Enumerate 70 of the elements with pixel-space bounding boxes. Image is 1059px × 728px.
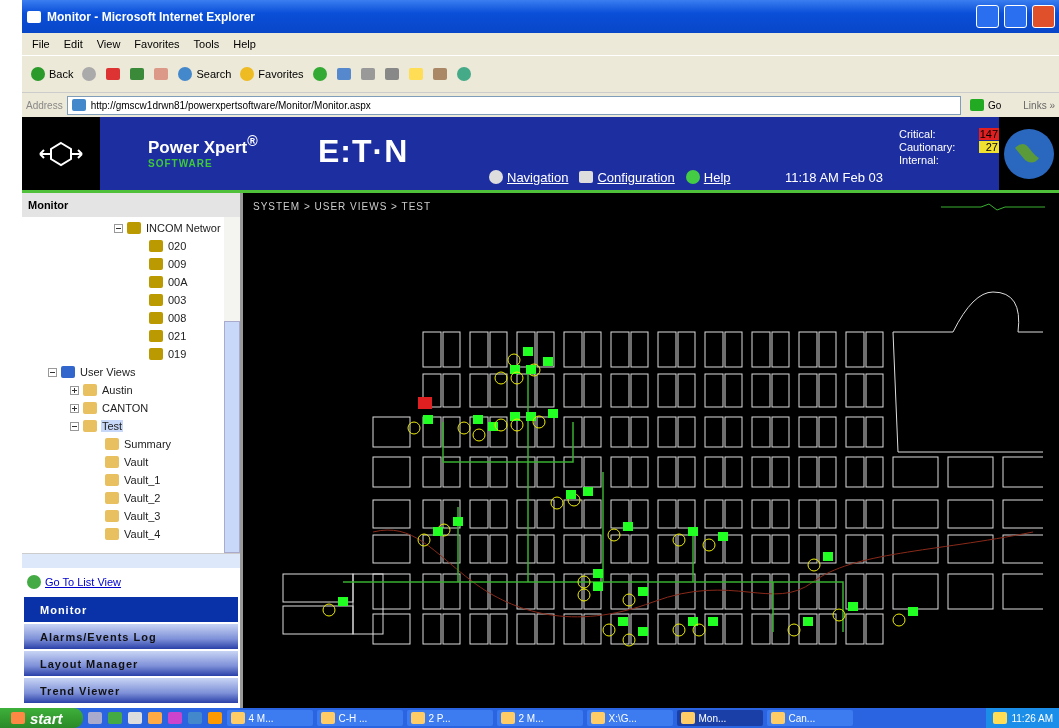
taskbar-task[interactable]: Mon... — [676, 710, 763, 726]
taskbar-task[interactable]: Can... — [766, 710, 853, 726]
taskbar-task[interactable]: 2 P... — [406, 710, 493, 726]
close-button[interactable] — [1032, 5, 1055, 28]
tree-item[interactable]: Vault_1 — [123, 474, 162, 486]
alarm-label: Cautionary: — [899, 141, 957, 153]
go-button[interactable]: Go — [964, 97, 1006, 113]
horizontal-scrollbar[interactable] — [22, 553, 240, 568]
menu-item[interactable]: View — [96, 38, 121, 50]
tree-item[interactable]: INCOM Networ — [145, 222, 222, 234]
tree-item[interactable]: Summary — [123, 438, 173, 450]
tree-item[interactable]: 009 — [167, 258, 188, 270]
favorites-button[interactable]: Favorites — [239, 66, 304, 82]
tree-item[interactable]: Vault — [123, 456, 150, 468]
product-subtitle: SOFTWARE — [148, 157, 214, 169]
tree-item[interactable]: 008 — [167, 312, 188, 324]
start-button[interactable]: start — [0, 708, 83, 728]
address-label: Address — [26, 99, 63, 111]
back-button[interactable]: Back — [30, 66, 74, 82]
taskbar-task[interactable]: 4 M... — [226, 710, 313, 726]
menu-item[interactable]: File — [32, 38, 50, 50]
alarm-count: 27 — [979, 141, 999, 153]
links-button[interactable]: Links » — [1023, 99, 1055, 111]
window-title: Monitor - Microsoft Internet Explorer — [47, 9, 256, 24]
collapse-icon[interactable] — [48, 367, 57, 377]
nav-button[interactable]: Monitor — [24, 597, 238, 622]
configuration-link[interactable]: Configuration — [578, 169, 675, 185]
minimize-button[interactable] — [976, 5, 999, 28]
search-button[interactable]: Search — [177, 66, 232, 82]
tree-item[interactable]: 00A — [167, 276, 189, 288]
tree-item[interactable]: Vault_3 — [123, 510, 162, 522]
alarm-label: Internal: — [899, 154, 940, 166]
product-name: Power Xpert$^{®}$ — [148, 133, 259, 158]
tree-item[interactable]: Test — [101, 420, 124, 432]
tree-item[interactable]: 003 — [167, 294, 188, 306]
tree-item[interactable]: CANTON — [101, 402, 150, 414]
taskbar-task[interactable]: 2 M... — [496, 710, 583, 726]
sidebar-title: Monitor — [22, 193, 240, 217]
expand-icon[interactable] — [70, 385, 79, 395]
alarm-count: 147 — [979, 128, 999, 140]
tree-item[interactable]: 020 — [167, 240, 188, 252]
tree-item[interactable]: Vault_4 — [123, 528, 162, 540]
date-time: 11:18 AM Feb 03 — [784, 170, 883, 187]
clock: 11:26 AM — [1011, 712, 1053, 724]
alarm-label: Critical: — [899, 128, 937, 140]
tree-item[interactable]: Vault_2 — [123, 492, 162, 504]
navigation-link[interactable]: Navigation — [488, 169, 569, 185]
tree-item[interactable]: User Views — [79, 366, 137, 378]
menu-item[interactable]: Favorites — [134, 38, 180, 50]
breadcrumb: SYSTEM > USER VIEWS > TEST — [253, 201, 432, 212]
menu-item[interactable]: Help — [233, 38, 256, 50]
tree-item[interactable]: 021 — [167, 330, 188, 342]
tree-item[interactable]: 019 — [167, 348, 188, 360]
tree-item[interactable]: Austin — [101, 384, 134, 396]
address-field[interactable]: http://gmscw1drwn81/powerxpertsoftware/Monitor/Monitor.aspx — [66, 95, 961, 115]
help-link[interactable]: Help — [684, 169, 731, 185]
list-view-link[interactable]: Go To List View — [22, 568, 240, 596]
vertical-scrollbar[interactable] — [224, 217, 240, 553]
collapse-icon[interactable] — [114, 223, 123, 233]
nav-button[interactable]: Trend Viewer — [24, 678, 238, 703]
taskbar-task[interactable]: C-H ... — [316, 710, 403, 726]
collapse-icon[interactable] — [70, 421, 79, 431]
menu-item[interactable]: Tools — [193, 38, 220, 50]
nav-button[interactable]: Alarms/Events Log — [24, 624, 238, 649]
taskbar-task[interactable]: X:\G... — [586, 710, 673, 726]
menu-item[interactable]: Edit — [63, 38, 83, 50]
nav-button[interactable]: Layout Manager — [24, 651, 238, 676]
expand-icon[interactable] — [70, 403, 79, 413]
brand-logo: E:T·N — [318, 132, 410, 171]
maximize-button[interactable] — [1004, 5, 1027, 28]
